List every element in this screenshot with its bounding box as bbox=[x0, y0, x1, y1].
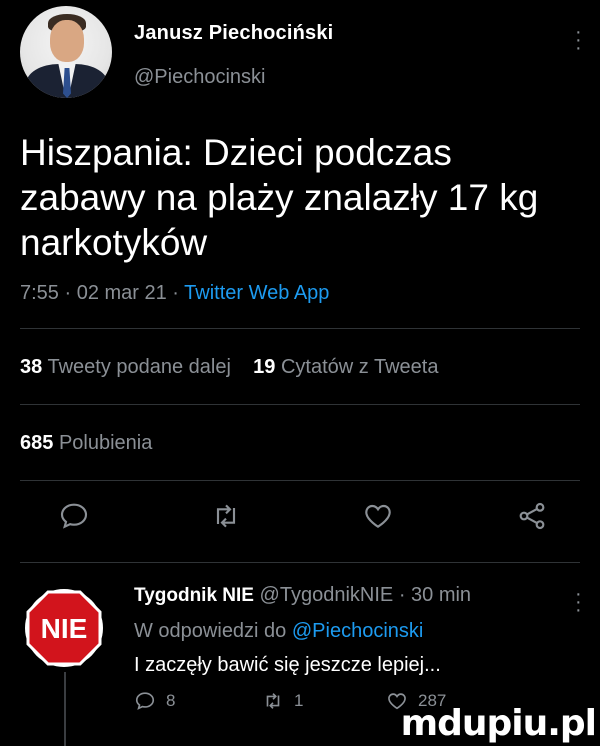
reply-time: · 30 min bbox=[398, 584, 472, 606]
reply-author-name[interactable]: Tygodnik NIE bbox=[134, 585, 254, 606]
author-name[interactable]: Janusz Piechociński bbox=[134, 22, 333, 45]
quotes-count: 19 bbox=[253, 356, 276, 378]
share-icon[interactable] bbox=[516, 500, 548, 532]
tweet-time: 7:55 · 02 mar 21 · bbox=[20, 282, 185, 304]
reply-retweet-button[interactable]: 1 bbox=[262, 690, 303, 712]
engagement-stats: 38 Tweety podane dalej 19 Cytatów z Twee… bbox=[20, 356, 438, 379]
tweet-meta: 7:55 · 02 mar 21 · Twitter Web App bbox=[20, 282, 329, 305]
retweets-stat[interactable]: 38 Tweety podane dalej bbox=[20, 356, 231, 378]
reply-to-line: W odpowiedzi do @Piechocinski bbox=[134, 620, 423, 643]
tweet-text: Hiszpania: Dzieci podczas zabawy na plaż… bbox=[20, 132, 539, 263]
reply-author-avatar[interactable]: NIE bbox=[24, 588, 104, 668]
reply-icon[interactable] bbox=[58, 500, 90, 532]
like-icon[interactable] bbox=[362, 500, 394, 532]
watermark: mdupiu.pl bbox=[400, 703, 597, 744]
likes-label: Polubienia bbox=[58, 432, 153, 454]
thread-line bbox=[64, 672, 66, 746]
likes-stat[interactable]: 685 Polubienia bbox=[20, 432, 152, 455]
divider bbox=[20, 404, 580, 405]
reply-to-mention[interactable]: @Piechocinski bbox=[292, 620, 423, 642]
reply-icon bbox=[135, 692, 155, 710]
reply-author-handle[interactable]: @TygodnikNIE bbox=[260, 584, 394, 606]
reply-reply-count: 8 bbox=[166, 691, 176, 710]
retweet-icon[interactable] bbox=[210, 500, 242, 532]
reply-more-options-icon[interactable]: · · · bbox=[575, 584, 582, 620]
likes-count: 685 bbox=[20, 432, 54, 454]
reply-text: I zaczęły bawić się jeszcze lepiej... bbox=[134, 654, 441, 676]
retweets-count: 38 bbox=[20, 356, 43, 378]
reply-header: Tygodnik NIE @TygodnikNIE · 30 min bbox=[134, 584, 471, 607]
divider bbox=[20, 562, 580, 563]
divider bbox=[20, 328, 580, 329]
retweets-label: Tweety podane dalej bbox=[47, 356, 231, 378]
tweet-app-link[interactable]: Twitter Web App bbox=[184, 282, 329, 304]
quotes-label: Cytatów z Tweeta bbox=[280, 356, 439, 378]
quotes-stat[interactable]: 19 Cytatów z Tweeta bbox=[253, 356, 438, 378]
reply-to-prefix: W odpowiedzi do bbox=[134, 620, 292, 642]
author-handle[interactable]: @Piechocinski bbox=[134, 66, 265, 89]
more-options-icon[interactable]: · · · bbox=[575, 22, 582, 58]
reply-reply-button[interactable]: 8 bbox=[134, 690, 175, 712]
nie-logo-text: NIE bbox=[41, 613, 88, 644]
author-avatar[interactable] bbox=[20, 6, 112, 98]
reply-retweet-count: 1 bbox=[294, 691, 304, 710]
retweet-icon bbox=[266, 693, 280, 709]
divider bbox=[20, 480, 580, 481]
